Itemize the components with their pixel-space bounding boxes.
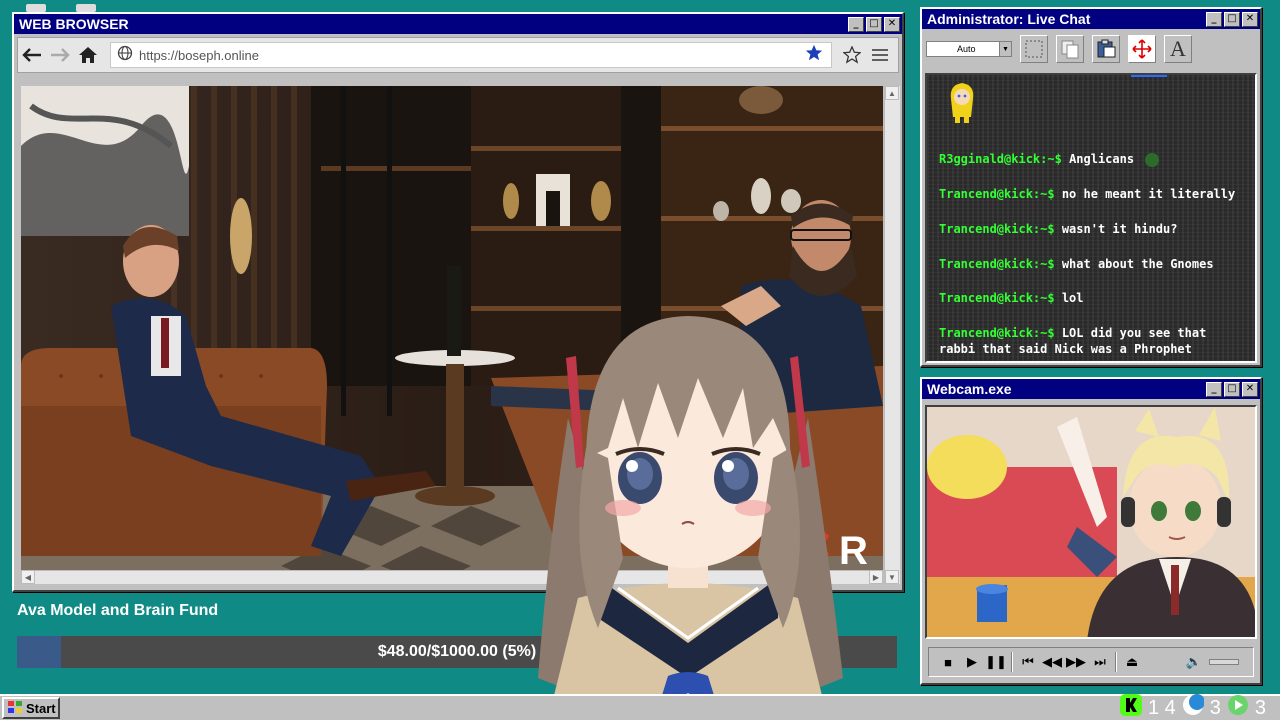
- forward-arrow-icon[interactable]: [46, 41, 74, 69]
- kick-icon[interactable]: [1119, 694, 1142, 720]
- chat-message: Trancend@kick:~$ what about the Gnomes: [939, 256, 1249, 272]
- maximize-button[interactable]: □: [866, 16, 882, 32]
- chat-text: wasn't it hindu?: [1061, 222, 1178, 236]
- volume-slider[interactable]: [1209, 659, 1239, 665]
- chat-message: Trancend@kick:~$ wasn't it hindu?: [939, 221, 1249, 237]
- chat-username[interactable]: Trancend@kick:~$: [939, 222, 1055, 236]
- chat-username[interactable]: Trancend@kick:~$: [939, 326, 1055, 340]
- browser-titlebar[interactable]: WEB BROWSER _ □ ✕: [14, 14, 902, 34]
- chat-username[interactable]: R3gginald@kick:~$: [939, 152, 1062, 166]
- paste-icon[interactable]: [1092, 35, 1120, 63]
- desktop-icon-fragment[interactable]: [26, 4, 46, 12]
- font-size-value: Auto: [957, 44, 976, 54]
- webcam-title: Webcam.exe: [927, 381, 1012, 397]
- video-watermark: R: [839, 529, 868, 570]
- maximize-button[interactable]: □: [1224, 381, 1240, 397]
- dropdown-arrow-icon[interactable]: ▼: [999, 42, 1011, 56]
- play-icon[interactable]: ▶: [963, 653, 981, 671]
- browser-title: WEB BROWSER: [19, 16, 129, 32]
- taskbar: Start 1 4 3 3: [0, 694, 1280, 720]
- chat-message: Trancend@kick:~$ lol: [939, 290, 1249, 306]
- fund-progress-bar: $48.00/$1000.00 (5%): [17, 636, 897, 668]
- webcam-window: Webcam.exe _ □ ✕ ■ ▶ ❚❚ ⏮ ◀◀ ▶▶ ⏭ ⏏ 🔈: [920, 377, 1262, 685]
- webcam-view: [925, 405, 1257, 639]
- chat-text: no he meant it literally: [1061, 187, 1236, 201]
- tray-count-play: 3: [1254, 696, 1266, 719]
- chat-message: Trancend@kick:~$ no he meant it literall…: [939, 186, 1249, 202]
- globe-icon: [117, 45, 133, 66]
- start-button[interactable]: Start: [2, 697, 60, 719]
- live-chat-window: Administrator: Live Chat _ □ ✕ Auto ▼ A: [920, 7, 1262, 367]
- chat-username[interactable]: Trancend@kick:~$: [939, 187, 1055, 201]
- maximize-button[interactable]: □: [1224, 11, 1240, 27]
- tray-count-kick: 1 4: [1147, 696, 1176, 719]
- chat-message: Trancend@kick:~$ LOL did you see that ra…: [939, 325, 1249, 357]
- chat-text: lol: [1061, 291, 1084, 305]
- media-controls: ■ ▶ ❚❚ ⏮ ◀◀ ▶▶ ⏭ ⏏ 🔈: [928, 647, 1254, 677]
- desktop-icon-fragment[interactable]: [76, 4, 96, 12]
- close-button[interactable]: ✕: [1242, 381, 1258, 397]
- system-tray: 1 4 3 3: [1119, 694, 1266, 720]
- scroll-up-arrow-icon[interactable]: ▲: [885, 86, 899, 100]
- chat-toolbar: Auto ▼ A: [922, 29, 1260, 69]
- vertical-scrollbar[interactable]: ▲ ▼: [884, 86, 900, 584]
- scroll-left-arrow-icon[interactable]: ◀: [21, 570, 35, 584]
- chat-text: what about the Gnomes: [1061, 257, 1214, 271]
- bookmark-star-filled-icon[interactable]: [805, 44, 823, 67]
- start-label: Start: [26, 700, 56, 716]
- chat-title: Administrator: Live Chat: [927, 11, 1091, 27]
- skip-next-icon[interactable]: ⏭: [1091, 653, 1109, 671]
- copy-icon[interactable]: [1056, 35, 1084, 63]
- chat-log[interactable]: R3gginald@kick:~$ Anglicans Trancend@kic…: [925, 73, 1257, 363]
- hamburger-menu-icon[interactable]: [866, 41, 894, 69]
- fund-title: Ava Model and Brain Fund: [17, 602, 219, 619]
- font-size-select[interactable]: Auto ▼: [926, 41, 1012, 57]
- scroll-right-arrow-icon[interactable]: ▶: [869, 570, 883, 584]
- toolbar-divider: [1115, 652, 1117, 672]
- close-button[interactable]: ✕: [884, 16, 900, 32]
- moon-icon[interactable]: [1182, 694, 1205, 720]
- tray-count-moon: 3: [1209, 696, 1221, 719]
- font-icon[interactable]: A: [1164, 35, 1192, 63]
- favorites-star-icon[interactable]: [838, 41, 866, 69]
- chat-username[interactable]: Trancend@kick:~$: [939, 257, 1055, 271]
- eject-icon[interactable]: ⏏: [1123, 653, 1141, 671]
- fund-progress-text: $48.00/$1000.00 (5%): [377, 643, 537, 660]
- chat-text: Anglicans: [1069, 152, 1135, 166]
- minimize-button[interactable]: _: [848, 16, 864, 32]
- rewind-icon[interactable]: ◀◀: [1042, 653, 1062, 671]
- emote-icon: [1145, 152, 1160, 167]
- move-icon[interactable]: [1128, 35, 1156, 63]
- webcam-anime-boy-image: [927, 407, 1255, 637]
- raincoat-mascot-icon: [950, 83, 974, 123]
- chat-message: R3gginald@kick:~$ Anglicans: [939, 151, 1249, 167]
- home-icon[interactable]: [74, 41, 102, 69]
- back-arrow-icon[interactable]: [18, 41, 46, 69]
- stop-icon[interactable]: ■: [939, 653, 957, 671]
- webcam-titlebar[interactable]: Webcam.exe _ □ ✕: [922, 379, 1260, 399]
- url-text: https://boseph.online: [139, 47, 259, 63]
- minimize-button[interactable]: _: [1206, 11, 1222, 27]
- skip-previous-icon[interactable]: ⏮: [1019, 653, 1037, 671]
- url-bar[interactable]: https://boseph.online: [110, 42, 832, 68]
- pause-icon[interactable]: ❚❚: [985, 653, 1007, 671]
- play-icon[interactable]: [1227, 694, 1249, 720]
- scroll-down-arrow-icon[interactable]: ▼: [885, 570, 899, 584]
- video-frame: R: [21, 86, 883, 570]
- horizontal-scrollbar[interactable]: ◀ ▶: [21, 570, 883, 584]
- browser-window: WEB BROWSER _ □ ✕ https://boseph.online: [12, 12, 904, 592]
- select-region-icon[interactable]: [1020, 35, 1048, 63]
- chat-titlebar[interactable]: Administrator: Live Chat _ □ ✕: [922, 9, 1260, 29]
- windows-logo-icon: [7, 700, 23, 717]
- scroll-indicator: [1131, 75, 1167, 77]
- video-player[interactable]: R: [21, 86, 883, 570]
- chat-username[interactable]: Trancend@kick:~$: [939, 291, 1055, 305]
- minimize-button[interactable]: _: [1206, 381, 1222, 397]
- close-button[interactable]: ✕: [1242, 11, 1258, 27]
- fast-forward-icon[interactable]: ▶▶: [1066, 653, 1086, 671]
- toolbar-divider: [1011, 652, 1013, 672]
- volume-icon[interactable]: 🔈: [1185, 653, 1203, 671]
- browser-navbar: https://boseph.online: [17, 37, 899, 73]
